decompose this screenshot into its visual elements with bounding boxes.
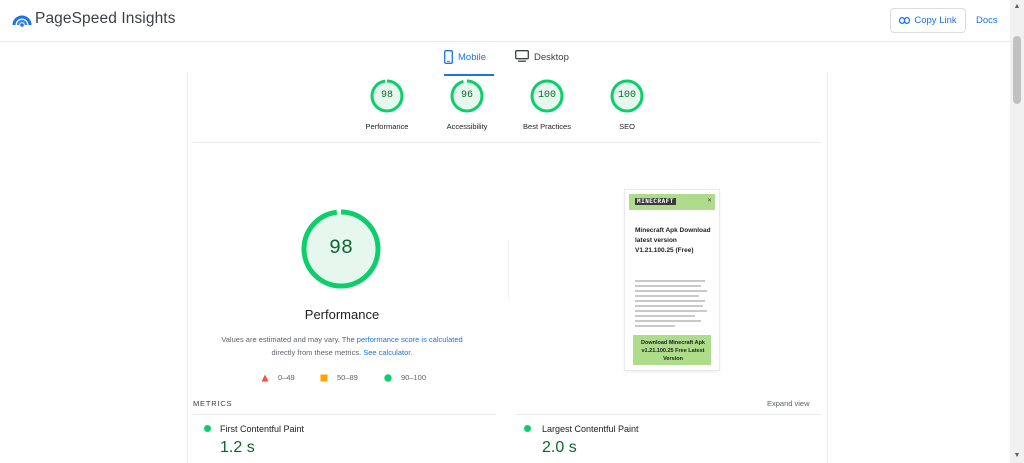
- page-screenshot[interactable]: MINECRAFT ✕ Minecraft Apk Download lates…: [625, 190, 719, 370]
- score-calculated-link[interactable]: performance score is calculated: [357, 335, 463, 344]
- metrics-divider-right: [516, 414, 821, 415]
- metrics-heading: METRICS: [193, 399, 233, 408]
- text-line: [635, 320, 701, 322]
- text-line: [635, 295, 699, 297]
- gauge-score: 98: [380, 90, 393, 101]
- screenshot-download-banner: Download Minecraft Apk v1.21.100.25 Free…: [633, 335, 711, 365]
- copy-link-button[interactable]: Copy Link: [890, 8, 966, 33]
- close-icon: ✕: [707, 198, 713, 204]
- scrollbar-thumb[interactable]: [1013, 36, 1021, 104]
- performance-gauge-large: 98: [300, 208, 382, 290]
- scroll-up-icon[interactable]: ▲: [1012, 2, 1022, 12]
- link-icon: [899, 17, 911, 24]
- scroll-down-icon[interactable]: ▼: [1012, 451, 1022, 461]
- gauge-best-practices[interactable]: 100: [530, 79, 564, 113]
- screenshot-title: Minecraft Apk Download latest version V1…: [635, 227, 711, 254]
- pass-circle-icon: [204, 425, 211, 432]
- text-line: [635, 325, 675, 327]
- circle-icon: [384, 373, 392, 382]
- gauge-accessibility[interactable]: 96: [450, 79, 484, 113]
- performance-description: Values are estimated and may vary. The p…: [210, 333, 474, 359]
- text-line: [635, 290, 707, 292]
- expand-view-button[interactable]: Expand view: [767, 399, 810, 408]
- app-title[interactable]: PageSpeed Insights: [35, 10, 176, 28]
- see-calculator-link[interactable]: See calculator.: [363, 348, 412, 357]
- performance-score: 98: [328, 237, 353, 260]
- gauge-performance[interactable]: 98: [370, 79, 404, 113]
- tab-mobile-label: Mobile: [458, 52, 486, 63]
- desc-text: Values are estimated and may vary. The: [221, 335, 357, 344]
- card-border-left: [187, 72, 188, 463]
- metric-value-lcp: 2.0 s: [542, 439, 577, 456]
- tab-desktop[interactable]: Desktop: [515, 50, 577, 72]
- gauge-score: 96: [460, 90, 473, 101]
- metric-value-fcp: 1.2 s: [220, 439, 255, 456]
- text-line: [635, 310, 707, 312]
- screenshot-cta-text: Download Minecraft Apk v1.21.100.25 Free…: [641, 340, 705, 362]
- gauge-score: 100: [537, 90, 556, 101]
- text-line: [635, 315, 695, 317]
- legend-range: 0–49: [278, 373, 295, 382]
- gauge-label-seo: SEO: [619, 122, 635, 131]
- gauge-label-performance: Performance: [365, 122, 409, 131]
- triangle-icon: [261, 374, 269, 381]
- copy-link-label: Copy Link: [914, 15, 957, 26]
- metric-name-lcp: Largest Contentful Paint: [542, 424, 639, 434]
- screenshot-header-bar: MINECRAFT ✕: [629, 194, 715, 210]
- metric-name-fcp: First Contentful Paint: [220, 424, 305, 434]
- performance-heading: Performance: [304, 307, 380, 322]
- legend-average: 50–89: [320, 373, 358, 382]
- section-divider: [193, 142, 821, 143]
- tab-mobile[interactable]: Mobile: [444, 50, 494, 76]
- legend-fail: 0–49: [261, 373, 295, 382]
- text-line: [635, 305, 703, 307]
- card-border-right: [827, 72, 828, 463]
- monitor-icon: [515, 50, 529, 62]
- gauge-label-accessibility: Accessibility: [446, 122, 488, 131]
- text-line: [635, 280, 705, 282]
- docs-link[interactable]: Docs: [976, 15, 998, 26]
- top-bar: PageSpeed Insights Copy Link Docs: [0, 0, 1010, 42]
- gauge-score: 100: [617, 90, 636, 101]
- phone-icon: [444, 50, 453, 64]
- gauge-label-best-practices: Best Practices: [523, 122, 571, 131]
- square-icon: [320, 374, 328, 381]
- gauge-seo[interactable]: 100: [610, 79, 644, 113]
- legend-pass: 90–100: [384, 373, 426, 382]
- tab-desktop-label: Desktop: [534, 52, 569, 63]
- desc-text: directly from these metrics.: [271, 348, 364, 357]
- column-separator: [508, 240, 509, 300]
- text-line: [635, 285, 701, 287]
- pagespeed-logo-icon[interactable]: [12, 9, 32, 29]
- metrics-divider-left: [193, 414, 496, 415]
- minecraft-logo: MINECRAFT: [635, 198, 676, 205]
- device-tabs: Mobile Desktop: [0, 42, 1010, 76]
- pass-circle-icon: [524, 425, 531, 432]
- legend-range: 50–89: [337, 373, 358, 382]
- legend-range: 90–100: [401, 373, 427, 382]
- text-line: [635, 300, 705, 302]
